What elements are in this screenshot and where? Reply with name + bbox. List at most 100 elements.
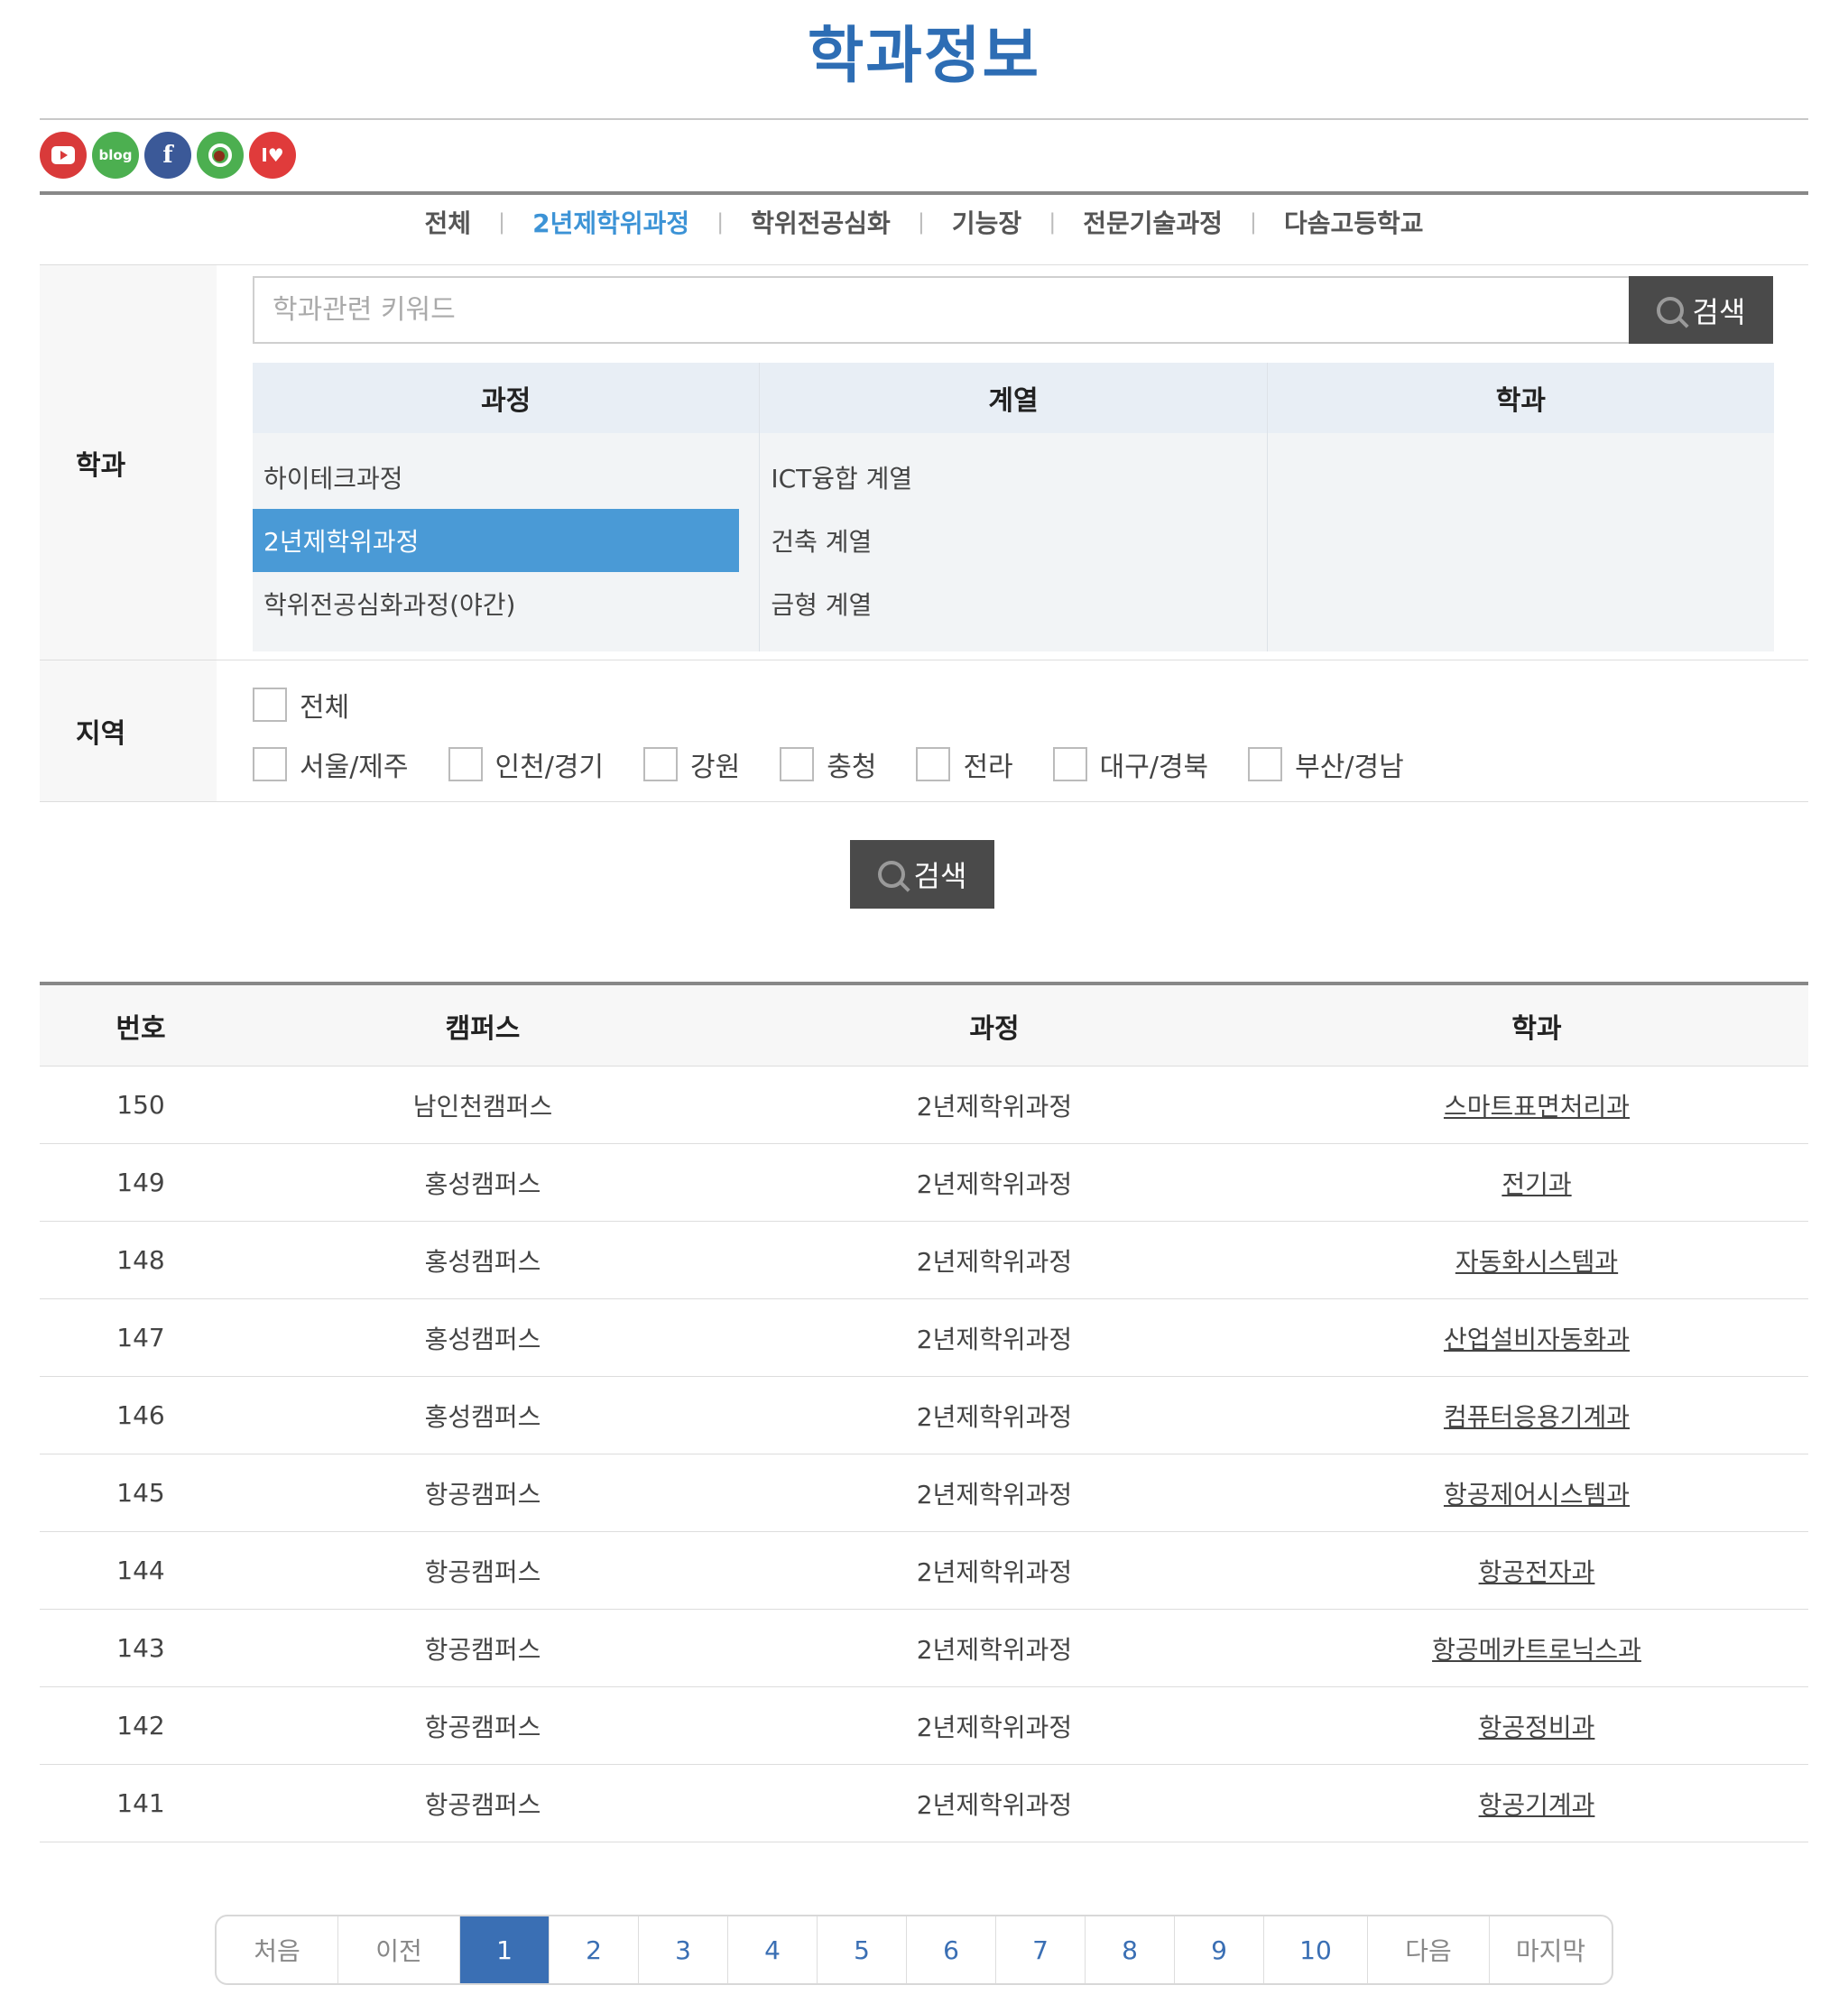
cell-dept: 항공제어시스템과 <box>1265 1475 1808 1511</box>
region-checkbox-jeolla[interactable]: 전라 <box>916 744 1013 784</box>
page-first-button[interactable]: 처음 <box>217 1916 338 1983</box>
page-title: 학과정보 <box>807 21 1041 92</box>
search-button-label: 검색 <box>1692 294 1746 329</box>
page-1-button[interactable]: 1 <box>460 1916 550 1983</box>
tab-dasom-highschool[interactable]: 다솜고등학교 <box>1284 204 1424 240</box>
region-row-list: 서울/제주 인천/경기 강원 충청 전라 대구/경북 부산/경남 <box>253 734 1444 794</box>
checkbox[interactable] <box>253 688 287 722</box>
dept-link[interactable]: 항공메카트로닉스과 <box>1432 1635 1641 1665</box>
region-checkbox-gangwon[interactable]: 강원 <box>643 744 740 784</box>
checkbox[interactable] <box>780 747 815 781</box>
dept-link[interactable]: 항공정비과 <box>1479 1713 1595 1742</box>
table-row: 148 홍성캠퍼스 2년제학위과정 자동화시스템과 <box>40 1222 1808 1299</box>
kakaostory-icon[interactable] <box>197 132 244 179</box>
dept-link[interactable]: 항공전자과 <box>1479 1557 1595 1587</box>
tab-2year-degree[interactable]: 2년제학위과정 <box>532 204 689 240</box>
cell-dept: 스마트표면처리과 <box>1265 1087 1808 1123</box>
dept-link[interactable]: 항공기계과 <box>1479 1790 1595 1820</box>
table-header: 번호 캠퍼스 과정 학과 <box>40 985 1808 1067</box>
region-checkbox-busan-gyeongnam[interactable]: 부산/경남 <box>1248 744 1404 784</box>
dept-list <box>1268 433 1774 446</box>
ilove-icon[interactable]: I♥ <box>249 132 296 179</box>
table-row: 146 홍성캠퍼스 2년제학위과정 컴퓨터응용기계과 <box>40 1377 1808 1454</box>
pagination: 처음 이전 1 2 3 4 5 6 7 8 9 10 다음 마지막 <box>215 1915 1613 1985</box>
keyword-search-button[interactable]: 검색 <box>1629 276 1773 344</box>
dept-link[interactable]: 자동화시스템과 <box>1455 1247 1618 1277</box>
facebook-icon[interactable]: f <box>144 132 191 179</box>
field-item-architecture[interactable]: 건축 계열 <box>760 509 1246 572</box>
cell-no: 143 <box>116 1633 165 1663</box>
course-column: 과정 하이테크과정 2년제학위과정 학위전공심화과정(야간) <box>253 363 761 651</box>
page-8-button[interactable]: 8 <box>1086 1916 1175 1983</box>
region-checkbox-daegu-gyeongbuk[interactable]: 대구/경북 <box>1052 744 1209 784</box>
checkbox[interactable] <box>448 747 483 781</box>
table-row: 147 홍성캠퍼스 2년제학위과정 산업설비자동화과 <box>40 1299 1808 1377</box>
table-body: 150 남인천캠퍼스 2년제학위과정 스마트표면처리과 149 홍성캠퍼스 2년제학위과정 전… <box>40 1067 1808 1842</box>
page-4-button[interactable]: 4 <box>728 1916 818 1983</box>
checkbox[interactable] <box>916 747 951 781</box>
region-checkbox-seoul-jeju[interactable]: 서울/제주 <box>253 744 409 784</box>
course-list: 하이테크과정 2년제학위과정 학위전공심화과정(야간) <box>253 433 759 635</box>
cell-no: 145 <box>116 1478 165 1508</box>
region-checkbox-all[interactable]: 전체 <box>253 685 349 725</box>
cell-campus: 홍성캠퍼스 <box>424 1246 541 1277</box>
cell-course: 2년제학위과정 <box>916 1168 1073 1199</box>
tab-master-craftsman[interactable]: 기능장 <box>952 204 1021 240</box>
field-column-header: 계열 <box>760 363 1267 433</box>
header-campus: 캠퍼스 <box>445 1012 521 1045</box>
department-table: 번호 캠퍼스 과정 학과 150 남인천캠퍼스 2년제학위과정 스마트표면처리과 149… <box>40 982 1808 1842</box>
course-item-2year-degree[interactable]: 2년제학위과정 <box>253 509 740 572</box>
page-next-button[interactable]: 다음 <box>1368 1916 1490 1983</box>
main-search-button[interactable]: 검색 <box>850 840 994 909</box>
dept-link[interactable]: 산업설비자동화과 <box>1444 1325 1630 1354</box>
page-2-button[interactable]: 2 <box>550 1916 639 1983</box>
tab-technical-course[interactable]: 전문기술과정 <box>1083 204 1223 240</box>
cell-no: 150 <box>116 1090 165 1120</box>
dept-filter-row: 학과 검색 과정 하이테크과정 2년제학위과정 학위전공심화과정(야간) 계열 … <box>40 265 1808 660</box>
course-item-advanced-night[interactable]: 학위전공심화과정(야간) <box>253 572 739 635</box>
page-5-button[interactable]: 5 <box>818 1916 907 1983</box>
dept-link[interactable]: 항공제어시스템과 <box>1444 1480 1630 1510</box>
blog-icon[interactable]: blog <box>92 132 139 179</box>
page-prev-button[interactable]: 이전 <box>338 1916 460 1983</box>
cell-dept: 산업설비자동화과 <box>1265 1320 1808 1356</box>
sns-links: blog f I♥ <box>40 132 296 179</box>
search-filter: 학과 검색 과정 하이테크과정 2년제학위과정 학위전공심화과정(야간) 계열 … <box>40 264 1808 802</box>
cell-dept: 컴퓨터응용기계과 <box>1265 1398 1808 1434</box>
page-10-button[interactable]: 10 <box>1264 1916 1368 1983</box>
page-9-button[interactable]: 9 <box>1175 1916 1264 1983</box>
checkbox-label: 대구/경북 <box>1099 752 1209 783</box>
field-item-ict[interactable]: ICT융합 계열 <box>760 446 1246 509</box>
cell-dept: 항공메카트로닉스과 <box>1265 1630 1808 1667</box>
region-checkbox-chungcheong[interactable]: 충청 <box>780 744 876 784</box>
tab-advanced-major[interactable]: 학위전공심화 <box>751 204 891 240</box>
checkbox[interactable] <box>1248 747 1283 781</box>
region-filter-row: 지역 전체 서울/제주 인천/경기 강원 충청 전라 대구/경북 부산/경남 <box>40 660 1808 802</box>
keyword-search-input[interactable] <box>253 276 1659 344</box>
tab-separator: | <box>1049 209 1057 235</box>
page-7-button[interactable]: 7 <box>996 1916 1086 1983</box>
checkbox-label: 인천/경기 <box>494 752 605 783</box>
dept-selector: 과정 하이테크과정 2년제학위과정 학위전공심화과정(야간) 계열 ICT융합 … <box>253 363 1774 651</box>
region-checkbox-incheon-gyeonggi[interactable]: 인천/경기 <box>448 744 605 784</box>
field-item-mold[interactable]: 금형 계열 <box>760 572 1246 635</box>
dept-link[interactable]: 전기과 <box>1502 1169 1571 1199</box>
page-6-button[interactable]: 6 <box>907 1916 996 1983</box>
tab-all[interactable]: 전체 <box>424 204 471 240</box>
header-no: 번호 <box>116 1012 166 1045</box>
page-3-button[interactable]: 3 <box>639 1916 728 1983</box>
checkbox[interactable] <box>1052 747 1087 781</box>
search-button-label: 검색 <box>913 859 967 893</box>
page-last-button[interactable]: 마지막 <box>1490 1916 1612 1983</box>
course-item-hitech[interactable]: 하이테크과정 <box>253 446 739 509</box>
tab-separator: | <box>917 209 925 235</box>
cell-course: 2년제학위과정 <box>916 1246 1073 1277</box>
dept-column-header: 학과 <box>1267 363 1774 433</box>
cell-no: 149 <box>116 1168 165 1197</box>
youtube-icon[interactable] <box>40 132 87 179</box>
cell-no: 147 <box>116 1323 165 1353</box>
dept-link[interactable]: 컴퓨터응용기계과 <box>1444 1402 1630 1432</box>
checkbox[interactable] <box>643 747 679 781</box>
dept-link[interactable]: 스마트표면처리과 <box>1444 1092 1630 1122</box>
checkbox[interactable] <box>253 747 287 781</box>
